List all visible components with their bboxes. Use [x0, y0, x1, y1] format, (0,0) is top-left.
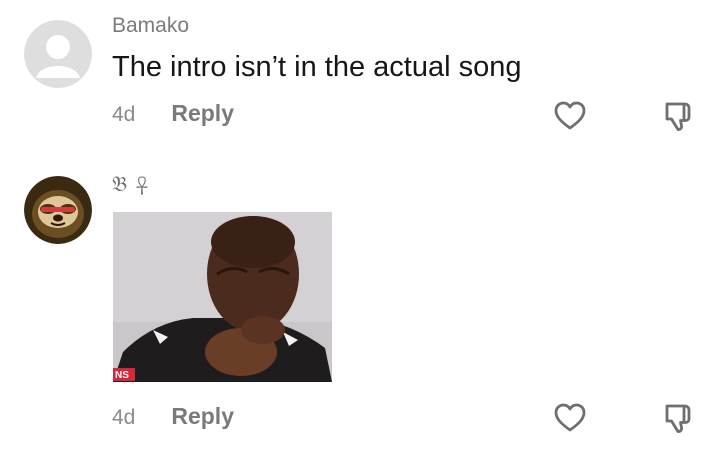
heart-icon [554, 101, 586, 130]
comment-meta: 4d Reply [112, 100, 234, 127]
dislike-button[interactable] [660, 98, 696, 134]
gif-attachment[interactable]: NS [113, 212, 332, 382]
default-avatar-icon [24, 20, 92, 88]
comment-username[interactable]: Bamako [112, 14, 189, 38]
gif-thumbnail: NS [113, 212, 332, 382]
comment-text: The intro isn’t in the actual song [112, 51, 522, 83]
comment-item: 𝔅 ☥ NS 4d Reply [0, 160, 720, 460]
reply-button[interactable]: Reply [171, 403, 234, 430]
dislike-button[interactable] [660, 400, 696, 436]
comment-username[interactable]: 𝔅 ☥ [112, 172, 149, 197]
thumbs-down-icon [665, 102, 691, 131]
like-button[interactable] [552, 400, 588, 436]
like-button[interactable] [552, 98, 588, 134]
comment-timestamp: 4d [112, 406, 136, 429]
gif-watermark: NS [115, 370, 129, 381]
comment-timestamp: 4d [112, 103, 136, 126]
comment-item: Bamako The intro isn’t in the actual son… [0, 0, 720, 150]
thumbs-down-icon [665, 404, 691, 433]
avatar[interactable] [24, 176, 92, 244]
sloth-avatar [24, 176, 92, 244]
comment-meta: 4d Reply [112, 403, 234, 430]
avatar[interactable] [24, 20, 92, 88]
heart-icon [554, 403, 586, 432]
reply-button[interactable]: Reply [171, 100, 234, 127]
